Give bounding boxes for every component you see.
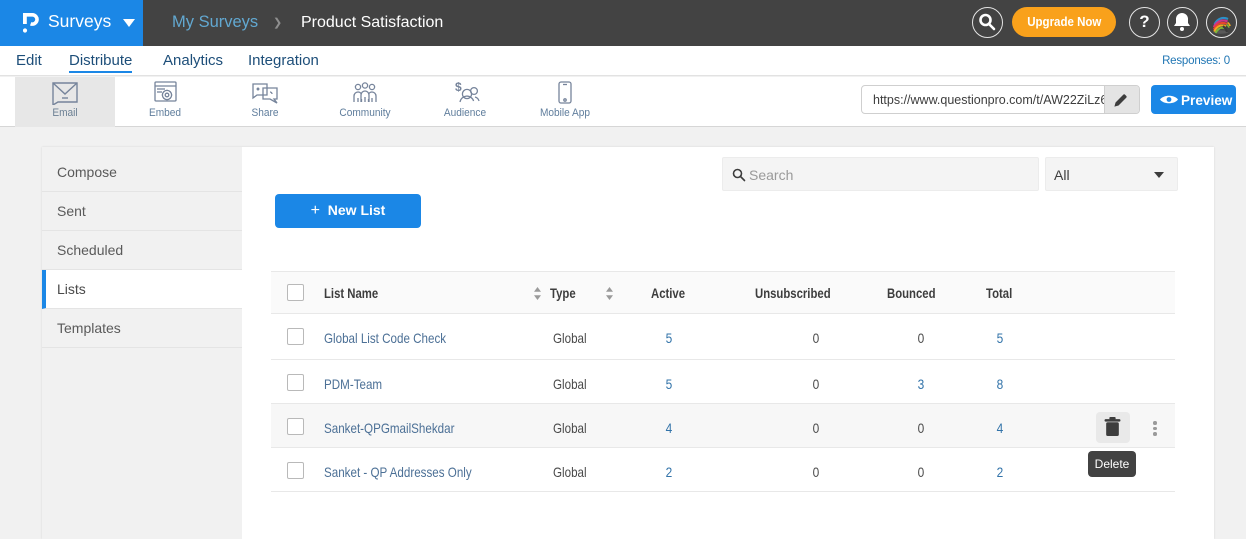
svg-text:$: $ (455, 81, 462, 94)
